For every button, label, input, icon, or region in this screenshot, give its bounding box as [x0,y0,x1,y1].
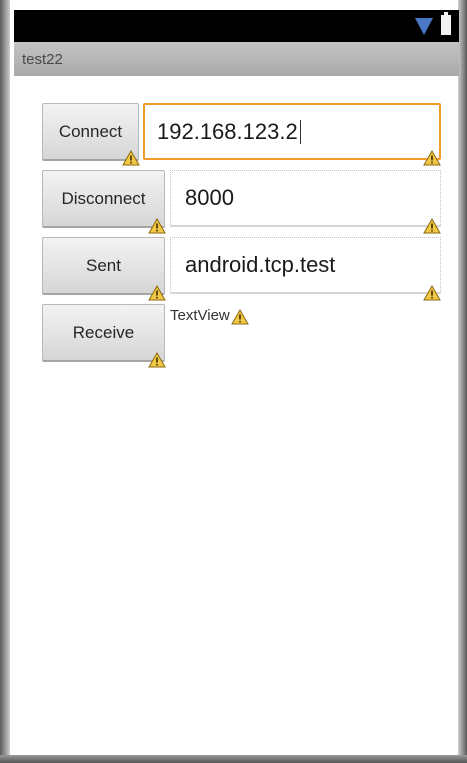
port-input[interactable]: 8000 [170,170,441,227]
warning-icon [148,352,166,368]
app-title: test22 [22,51,63,68]
status-bar [14,10,459,42]
device-screen: test22 Connect 192.168.123.2 Disconnect … [0,0,467,763]
warning-icon [122,150,140,166]
screen-edge-left [0,0,10,763]
screen-edge-bottom [0,755,467,763]
warning-icon [423,150,441,166]
warning-icon [423,218,441,234]
sent-button[interactable]: Sent [42,237,165,295]
warning-icon [231,309,249,325]
port-value: 8000 [185,185,234,210]
screen-edge-right [458,0,467,763]
ip-address-value: 192.168.123.2 [157,118,298,144]
title-bar: test22 [14,42,459,76]
battery-icon [441,12,451,35]
ip-address-input[interactable]: 192.168.123.2 [143,103,441,160]
message-value: android.tcp.test [185,252,336,277]
receive-button[interactable]: Receive [42,304,165,362]
text-cursor [299,119,301,144]
warning-icon [148,218,166,234]
message-input[interactable]: android.tcp.test [170,237,441,294]
warning-icon [423,285,441,301]
warning-icon [148,285,166,301]
disconnect-button[interactable]: Disconnect [42,170,165,228]
wifi-icon [415,18,433,35]
textview-output: TextView [170,307,230,324]
